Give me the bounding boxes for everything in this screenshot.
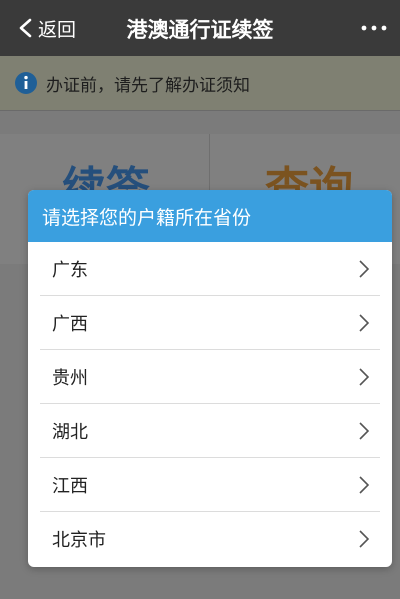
chevron-right-icon xyxy=(359,313,370,332)
chevron-right-icon xyxy=(359,367,370,386)
province-item-guangxi[interactable]: 广西 xyxy=(40,296,380,350)
notice-bar[interactable]: 办证前，请先了解办证须知 xyxy=(0,56,400,111)
modal-title: 请选择您的户籍所在省份 xyxy=(28,190,392,242)
province-item-hubei[interactable]: 湖北 xyxy=(40,404,380,458)
info-icon xyxy=(15,72,37,94)
chevron-right-icon xyxy=(359,529,370,548)
province-list: 广东 广西 贵州 湖北 江西 北京市 xyxy=(28,242,392,565)
province-item-guangdong[interactable]: 广东 xyxy=(40,242,380,296)
province-label: 湖北 xyxy=(52,421,88,443)
notice-text: 办证前，请先了解办证须知 xyxy=(46,75,250,96)
province-item-beijing[interactable]: 北京市 xyxy=(40,512,380,565)
province-item-guizhou[interactable]: 贵州 xyxy=(40,350,380,404)
page-title: 港澳通行证续签 xyxy=(126,18,274,42)
province-picker-modal: 请选择您的户籍所在省份 广东 广西 贵州 湖北 江西 北京市 xyxy=(28,190,392,567)
province-label: 江西 xyxy=(52,475,88,497)
chevron-right-icon xyxy=(359,421,370,440)
chevron-right-icon xyxy=(359,475,370,494)
province-label: 广西 xyxy=(52,313,88,335)
chevron-right-icon xyxy=(359,259,370,278)
province-label: 北京市 xyxy=(52,529,106,551)
province-item-jiangxi[interactable]: 江西 xyxy=(40,458,380,512)
top-bar: 返回 港澳通行证续签 xyxy=(0,0,400,56)
province-label: 广东 xyxy=(52,259,88,281)
province-label: 贵州 xyxy=(52,367,88,389)
more-dots-icon[interactable] xyxy=(360,22,388,34)
